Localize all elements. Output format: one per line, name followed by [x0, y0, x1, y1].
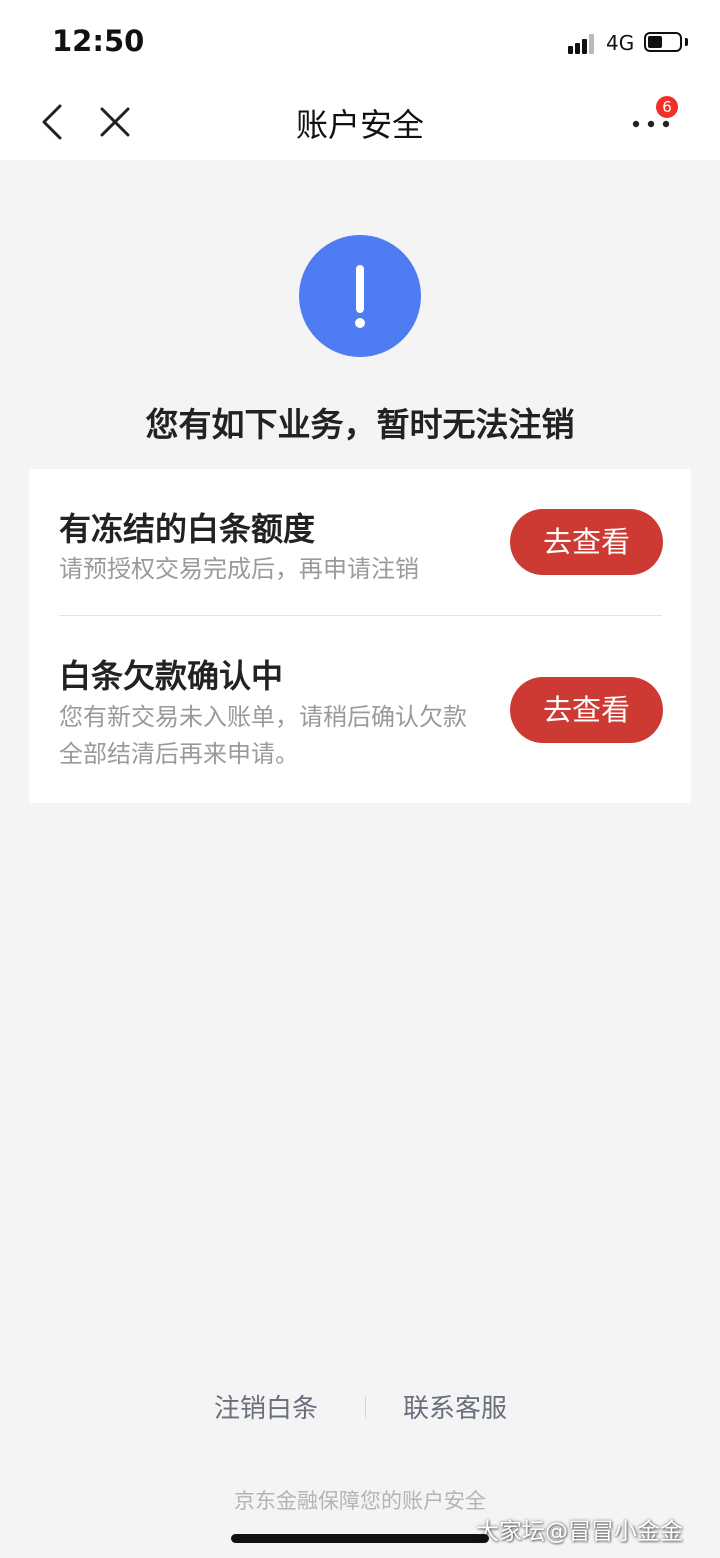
page-title: 账户安全	[295, 106, 424, 144]
view-frozen-credit-button[interactable]: 去查看	[510, 509, 663, 575]
watermark: 大家坛@冒冒小金金	[476, 1519, 683, 1545]
footer-divider	[365, 1396, 366, 1418]
divider	[59, 615, 662, 616]
alert-headline: 您有如下业务，暂时无法注销	[145, 405, 575, 444]
item-title: 有冻结的白条额度	[59, 510, 316, 548]
item-title: 白条欠款确认中	[59, 657, 284, 695]
navigation-bar: 账户安全	[0, 80, 720, 160]
cancel-baitiao-link[interactable]: 注销白条	[214, 1388, 318, 1425]
battery-tip	[685, 38, 688, 46]
footer-links: 注销白条 联系客服	[0, 1388, 720, 1428]
notification-badge: 6	[656, 96, 678, 118]
item-description-line2: 全部结清后再来申请。	[59, 740, 299, 768]
home-indicator[interactable]	[231, 1534, 489, 1543]
view-pending-debt-button[interactable]: 去查看	[510, 677, 663, 743]
contact-service-link[interactable]: 联系客服	[403, 1388, 507, 1425]
blocking-items-card: 有冻结的白条额度 请预授权交易完成后，再申请注销 去查看 白条欠款确认中 您有新…	[29, 469, 691, 803]
security-note: 京东金融保障您的账户安全	[234, 1489, 486, 1513]
status-time: 12:50	[52, 24, 145, 58]
item-description: 请预授权交易完成后，再申请注销	[59, 555, 419, 583]
network-type: 4G	[606, 31, 635, 55]
exclamation-icon	[355, 265, 365, 328]
signal-icon	[568, 34, 598, 54]
status-bar: 12:50 4G	[0, 0, 720, 80]
battery-icon	[644, 32, 682, 52]
item-description: 您有新交易未入账单，请稍后确认欠款	[59, 703, 467, 731]
warning-icon	[299, 235, 421, 357]
